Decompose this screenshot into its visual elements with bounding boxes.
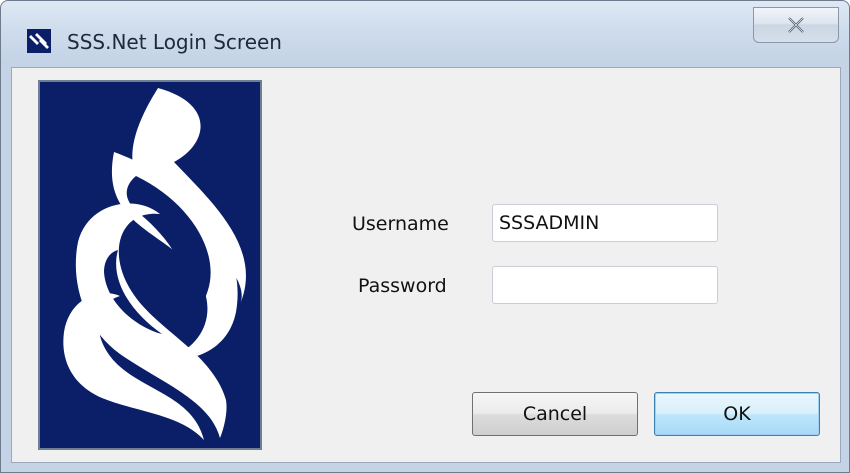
window-title: SSS.Net Login Screen [67,30,282,54]
password-label: Password [358,275,447,297]
username-label: Username [352,213,449,235]
password-input[interactable] [492,266,718,304]
close-button[interactable] [753,7,839,43]
dialog-content: Username Password Cancel OK [11,67,841,463]
close-icon [788,17,804,33]
login-dialog: SSS.Net Login Screen Username Password [0,0,850,473]
cancel-button[interactable]: Cancel [472,392,638,436]
title-bar[interactable]: SSS.Net Login Screen [1,1,849,65]
ok-button[interactable]: OK [654,392,820,436]
sss-logo-icon [27,29,51,53]
sss-logo [38,80,262,450]
username-input[interactable] [492,204,718,242]
